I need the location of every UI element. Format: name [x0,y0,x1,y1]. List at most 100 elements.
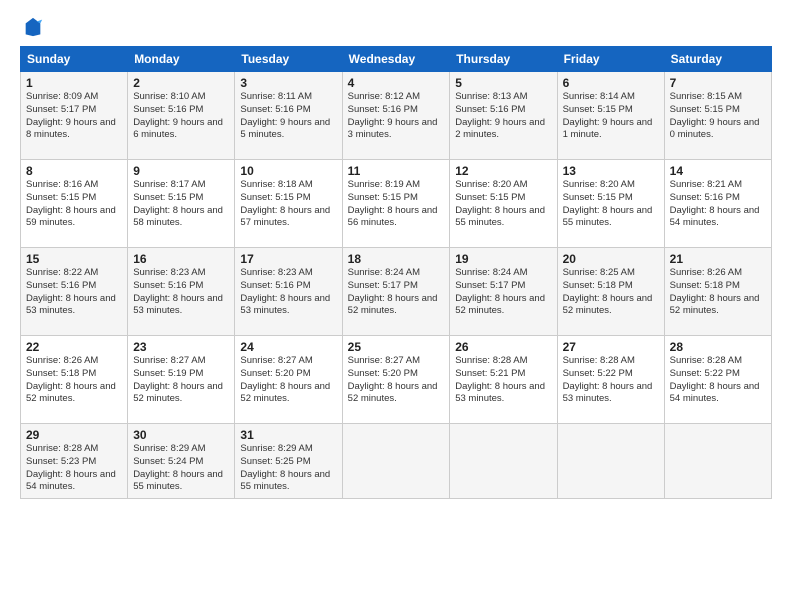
day-cell: 21 Sunrise: 8:26 AMSunset: 5:18 PMDaylig… [664,248,771,336]
day-number: 24 [240,340,336,354]
day-cell [342,424,450,499]
day-info: Sunrise: 8:20 AMSunset: 5:15 PMDaylight:… [455,179,551,230]
day-number: 14 [670,164,766,178]
day-info: Sunrise: 8:28 AMSunset: 5:23 PMDaylight:… [26,443,122,494]
day-number: 26 [455,340,551,354]
day-number: 9 [133,164,229,178]
day-cell: 27 Sunrise: 8:28 AMSunset: 5:22 PMDaylig… [557,336,664,424]
day-info: Sunrise: 8:23 AMSunset: 5:16 PMDaylight:… [240,267,336,318]
day-cell: 5 Sunrise: 8:13 AMSunset: 5:16 PMDayligh… [450,72,557,160]
day-info: Sunrise: 8:26 AMSunset: 5:18 PMDaylight:… [670,267,766,318]
day-info: Sunrise: 8:11 AMSunset: 5:16 PMDaylight:… [240,91,336,142]
day-info: Sunrise: 8:27 AMSunset: 5:20 PMDaylight:… [348,355,445,406]
weekday-header-saturday: Saturday [664,47,771,72]
day-info: Sunrise: 8:16 AMSunset: 5:15 PMDaylight:… [26,179,122,230]
day-cell [557,424,664,499]
day-number: 28 [670,340,766,354]
day-number: 2 [133,76,229,90]
day-cell: 22 Sunrise: 8:26 AMSunset: 5:18 PMDaylig… [21,336,128,424]
day-cell: 1 Sunrise: 8:09 AMSunset: 5:17 PMDayligh… [21,72,128,160]
day-cell [664,424,771,499]
day-info: Sunrise: 8:28 AMSunset: 5:22 PMDaylight:… [670,355,766,406]
day-info: Sunrise: 8:29 AMSunset: 5:25 PMDaylight:… [240,443,336,494]
day-cell: 6 Sunrise: 8:14 AMSunset: 5:15 PMDayligh… [557,72,664,160]
day-cell: 11 Sunrise: 8:19 AMSunset: 5:15 PMDaylig… [342,160,450,248]
day-cell: 19 Sunrise: 8:24 AMSunset: 5:17 PMDaylig… [450,248,557,336]
day-number: 5 [455,76,551,90]
week-row-2: 8 Sunrise: 8:16 AMSunset: 5:15 PMDayligh… [21,160,772,248]
weekday-header-tuesday: Tuesday [235,47,342,72]
day-info: Sunrise: 8:24 AMSunset: 5:17 PMDaylight:… [455,267,551,318]
day-info: Sunrise: 8:24 AMSunset: 5:17 PMDaylight:… [348,267,445,318]
day-number: 12 [455,164,551,178]
day-cell: 30 Sunrise: 8:29 AMSunset: 5:24 PMDaylig… [128,424,235,499]
logo-text [20,16,44,38]
day-cell: 13 Sunrise: 8:20 AMSunset: 5:15 PMDaylig… [557,160,664,248]
day-cell: 24 Sunrise: 8:27 AMSunset: 5:20 PMDaylig… [235,336,342,424]
day-number: 31 [240,428,336,442]
day-info: Sunrise: 8:15 AMSunset: 5:15 PMDaylight:… [670,91,766,142]
day-info: Sunrise: 8:29 AMSunset: 5:24 PMDaylight:… [133,443,229,494]
week-row-5: 29 Sunrise: 8:28 AMSunset: 5:23 PMDaylig… [21,424,772,499]
day-cell: 14 Sunrise: 8:21 AMSunset: 5:16 PMDaylig… [664,160,771,248]
day-cell: 31 Sunrise: 8:29 AMSunset: 5:25 PMDaylig… [235,424,342,499]
day-info: Sunrise: 8:28 AMSunset: 5:21 PMDaylight:… [455,355,551,406]
day-info: Sunrise: 8:10 AMSunset: 5:16 PMDaylight:… [133,91,229,142]
week-row-1: 1 Sunrise: 8:09 AMSunset: 5:17 PMDayligh… [21,72,772,160]
day-cell: 9 Sunrise: 8:17 AMSunset: 5:15 PMDayligh… [128,160,235,248]
day-cell: 17 Sunrise: 8:23 AMSunset: 5:16 PMDaylig… [235,248,342,336]
day-cell: 8 Sunrise: 8:16 AMSunset: 5:15 PMDayligh… [21,160,128,248]
day-cell: 26 Sunrise: 8:28 AMSunset: 5:21 PMDaylig… [450,336,557,424]
day-info: Sunrise: 8:28 AMSunset: 5:22 PMDaylight:… [563,355,659,406]
day-cell: 10 Sunrise: 8:18 AMSunset: 5:15 PMDaylig… [235,160,342,248]
day-info: Sunrise: 8:17 AMSunset: 5:15 PMDaylight:… [133,179,229,230]
weekday-header-row: SundayMondayTuesdayWednesdayThursdayFrid… [21,47,772,72]
day-number: 16 [133,252,229,266]
day-cell: 12 Sunrise: 8:20 AMSunset: 5:15 PMDaylig… [450,160,557,248]
day-number: 21 [670,252,766,266]
day-info: Sunrise: 8:18 AMSunset: 5:15 PMDaylight:… [240,179,336,230]
day-number: 10 [240,164,336,178]
weekday-header-monday: Monday [128,47,235,72]
day-info: Sunrise: 8:22 AMSunset: 5:16 PMDaylight:… [26,267,122,318]
day-cell: 28 Sunrise: 8:28 AMSunset: 5:22 PMDaylig… [664,336,771,424]
week-row-3: 15 Sunrise: 8:22 AMSunset: 5:16 PMDaylig… [21,248,772,336]
logo [20,16,44,38]
day-info: Sunrise: 8:20 AMSunset: 5:15 PMDaylight:… [563,179,659,230]
day-number: 3 [240,76,336,90]
day-number: 22 [26,340,122,354]
day-number: 15 [26,252,122,266]
day-cell [450,424,557,499]
day-number: 6 [563,76,659,90]
day-cell: 4 Sunrise: 8:12 AMSunset: 5:16 PMDayligh… [342,72,450,160]
header [20,16,772,38]
day-info: Sunrise: 8:12 AMSunset: 5:16 PMDaylight:… [348,91,445,142]
day-number: 17 [240,252,336,266]
day-number: 18 [348,252,445,266]
calendar: SundayMondayTuesdayWednesdayThursdayFrid… [20,46,772,499]
day-number: 27 [563,340,659,354]
day-cell: 15 Sunrise: 8:22 AMSunset: 5:16 PMDaylig… [21,248,128,336]
day-number: 11 [348,164,445,178]
day-info: Sunrise: 8:09 AMSunset: 5:17 PMDaylight:… [26,91,122,142]
day-cell: 16 Sunrise: 8:23 AMSunset: 5:16 PMDaylig… [128,248,235,336]
day-number: 13 [563,164,659,178]
day-info: Sunrise: 8:26 AMSunset: 5:18 PMDaylight:… [26,355,122,406]
day-cell: 7 Sunrise: 8:15 AMSunset: 5:15 PMDayligh… [664,72,771,160]
weekday-header-wednesday: Wednesday [342,47,450,72]
day-cell: 3 Sunrise: 8:11 AMSunset: 5:16 PMDayligh… [235,72,342,160]
day-number: 25 [348,340,445,354]
day-number: 7 [670,76,766,90]
day-info: Sunrise: 8:25 AMSunset: 5:18 PMDaylight:… [563,267,659,318]
page: SundayMondayTuesdayWednesdayThursdayFrid… [0,0,792,612]
day-number: 1 [26,76,122,90]
day-number: 23 [133,340,229,354]
week-row-4: 22 Sunrise: 8:26 AMSunset: 5:18 PMDaylig… [21,336,772,424]
day-number: 20 [563,252,659,266]
weekday-header-thursday: Thursday [450,47,557,72]
day-info: Sunrise: 8:23 AMSunset: 5:16 PMDaylight:… [133,267,229,318]
day-number: 4 [348,76,445,90]
day-cell: 29 Sunrise: 8:28 AMSunset: 5:23 PMDaylig… [21,424,128,499]
day-cell: 23 Sunrise: 8:27 AMSunset: 5:19 PMDaylig… [128,336,235,424]
day-info: Sunrise: 8:27 AMSunset: 5:19 PMDaylight:… [133,355,229,406]
